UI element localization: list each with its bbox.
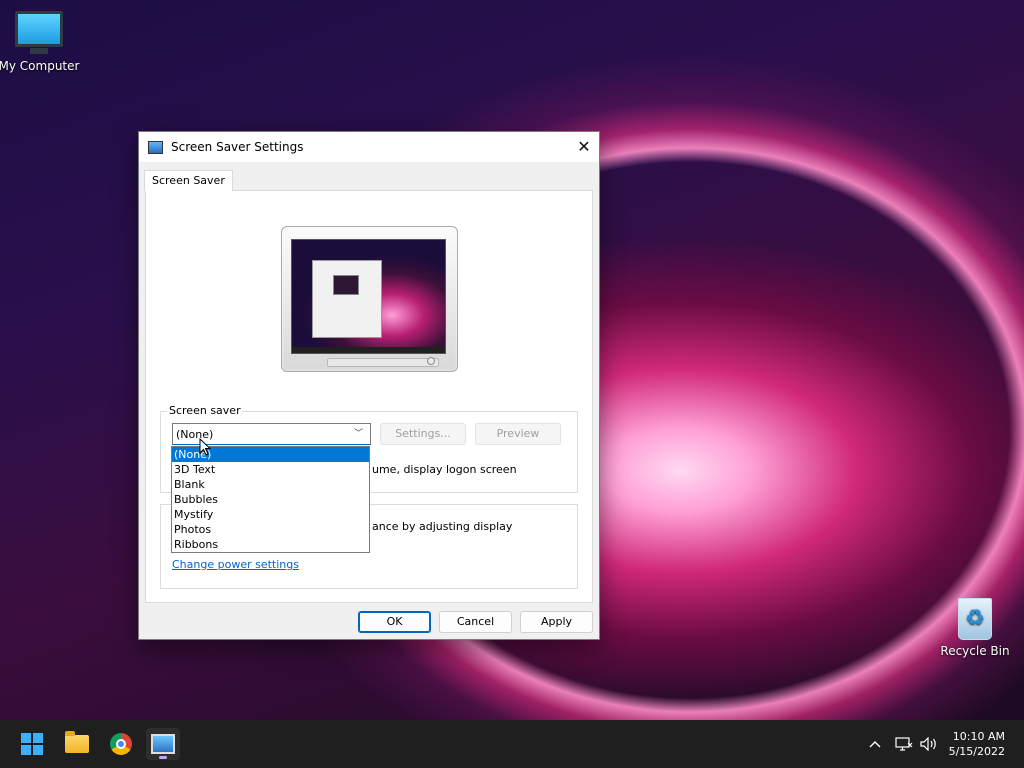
taskbar-file-explorer[interactable] bbox=[60, 728, 94, 760]
dropdown-option[interactable]: Mystify bbox=[172, 507, 369, 522]
dropdown-option[interactable]: Blank bbox=[172, 477, 369, 492]
apply-button[interactable]: Apply bbox=[520, 611, 593, 633]
clock-time: 10:10 AM bbox=[952, 730, 1005, 743]
dropdown-option[interactable]: 3D Text bbox=[172, 462, 369, 477]
volume-icon[interactable] bbox=[918, 720, 940, 768]
resume-logon-text: ume, display logon screen bbox=[372, 463, 517, 476]
taskbar-screen-saver-settings[interactable] bbox=[146, 728, 180, 760]
preview-mini-taskbar bbox=[292, 347, 445, 353]
tab-screen-saver[interactable]: Screen Saver bbox=[144, 170, 233, 191]
change-power-settings-link[interactable]: Change power settings bbox=[172, 558, 299, 571]
file-explorer-icon bbox=[65, 731, 89, 753]
preview-button[interactable]: Preview bbox=[475, 423, 561, 445]
network-icon[interactable] bbox=[892, 720, 916, 768]
monitor-power-knob bbox=[427, 357, 435, 365]
monitor-preview bbox=[281, 226, 458, 372]
desktop-icon-recycle-bin[interactable]: ♻ Recycle Bin bbox=[930, 598, 1020, 658]
ok-button[interactable]: OK bbox=[358, 611, 431, 633]
screen-saver-dropdown-list: (None) 3D Text Blank Bubbles Mystify Pho… bbox=[171, 446, 370, 553]
screen-saver-group-label: Screen saver bbox=[167, 404, 243, 417]
screen-saver-icon bbox=[151, 734, 175, 754]
start-icon bbox=[21, 733, 43, 755]
dropdown-option[interactable]: Ribbons bbox=[172, 537, 369, 552]
chevron-down-icon: ﹀ bbox=[353, 429, 363, 439]
screen-saver-settings-dialog: Screen Saver Settings ✕ Screen Saver Scr… bbox=[138, 131, 600, 640]
monitor-base bbox=[327, 358, 439, 367]
settings-button[interactable]: Settings... bbox=[380, 423, 466, 445]
preview-screen bbox=[291, 239, 446, 354]
dropdown-option[interactable]: Bubbles bbox=[172, 492, 369, 507]
title-bar[interactable]: Screen Saver Settings ✕ bbox=[139, 132, 599, 162]
desktop-icon-label: My Computer bbox=[0, 59, 80, 73]
dialog-title: Screen Saver Settings bbox=[171, 140, 304, 154]
screen-saver-icon bbox=[148, 140, 163, 154]
desktop-icon-my-computer[interactable]: My Computer bbox=[0, 11, 84, 73]
chrome-icon bbox=[110, 733, 132, 755]
system-clock[interactable]: 10:10 AM 5/15/2022 bbox=[949, 729, 1005, 759]
close-icon[interactable]: ✕ bbox=[569, 132, 599, 162]
chevron-up-icon[interactable] bbox=[864, 720, 886, 768]
taskbar-chrome[interactable] bbox=[104, 728, 138, 760]
start-button[interactable] bbox=[15, 728, 49, 760]
tab-bar: Screen Saver bbox=[139, 168, 599, 191]
clock-date: 5/15/2022 bbox=[948, 745, 1005, 758]
cancel-button[interactable]: Cancel bbox=[439, 611, 512, 633]
desktop-icon-label: Recycle Bin bbox=[940, 644, 1010, 658]
taskbar: 10:10 AM 5/15/2022 bbox=[0, 720, 1024, 768]
recycle-bin-icon: ♻ bbox=[958, 598, 992, 640]
computer-icon bbox=[15, 11, 63, 54]
dropdown-option[interactable]: Photos bbox=[172, 522, 369, 537]
power-description-text: ance by adjusting display bbox=[372, 520, 513, 533]
preview-mini-window bbox=[312, 260, 382, 338]
